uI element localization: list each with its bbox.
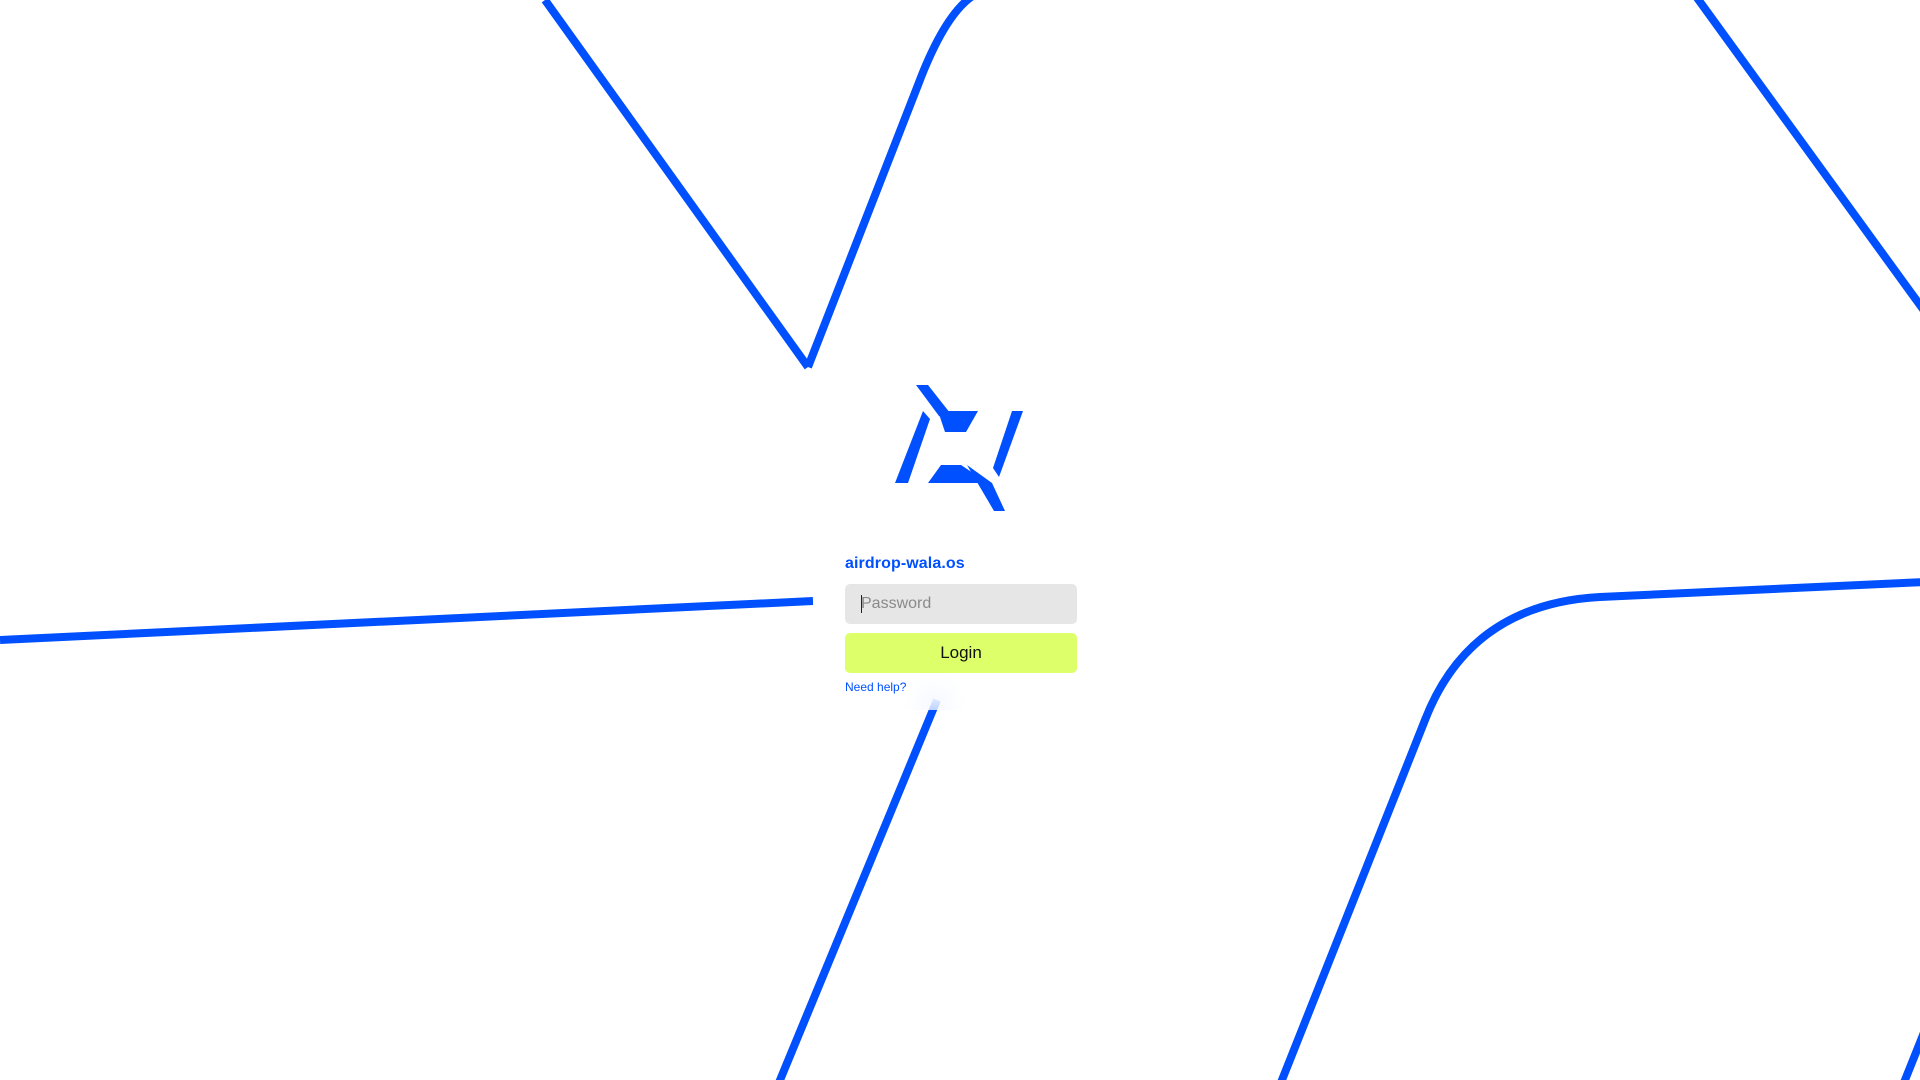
username-label: airdrop-wala.os (845, 555, 965, 572)
login-panel: airdrop-wala.os Login Need help? (813, 367, 1103, 710)
login-button[interactable]: Login (845, 633, 1077, 673)
outline-segment (804, 0, 974, 369)
outline-segment (1693, 0, 1920, 312)
password-input[interactable] (845, 584, 1077, 624)
outline-segment (541, 0, 812, 370)
outline-segment (1900, 1031, 1920, 1080)
outline-segment (0, 597, 814, 644)
airdrop-wala-logo-icon (895, 385, 1023, 511)
need-help-link[interactable]: Need help? (845, 680, 906, 694)
login-screen: airdrop-wala.os Login Need help? (0, 0, 1920, 1080)
outline-segment (775, 698, 941, 1080)
text-cursor (861, 595, 862, 613)
outline-segment (1277, 578, 1920, 1080)
